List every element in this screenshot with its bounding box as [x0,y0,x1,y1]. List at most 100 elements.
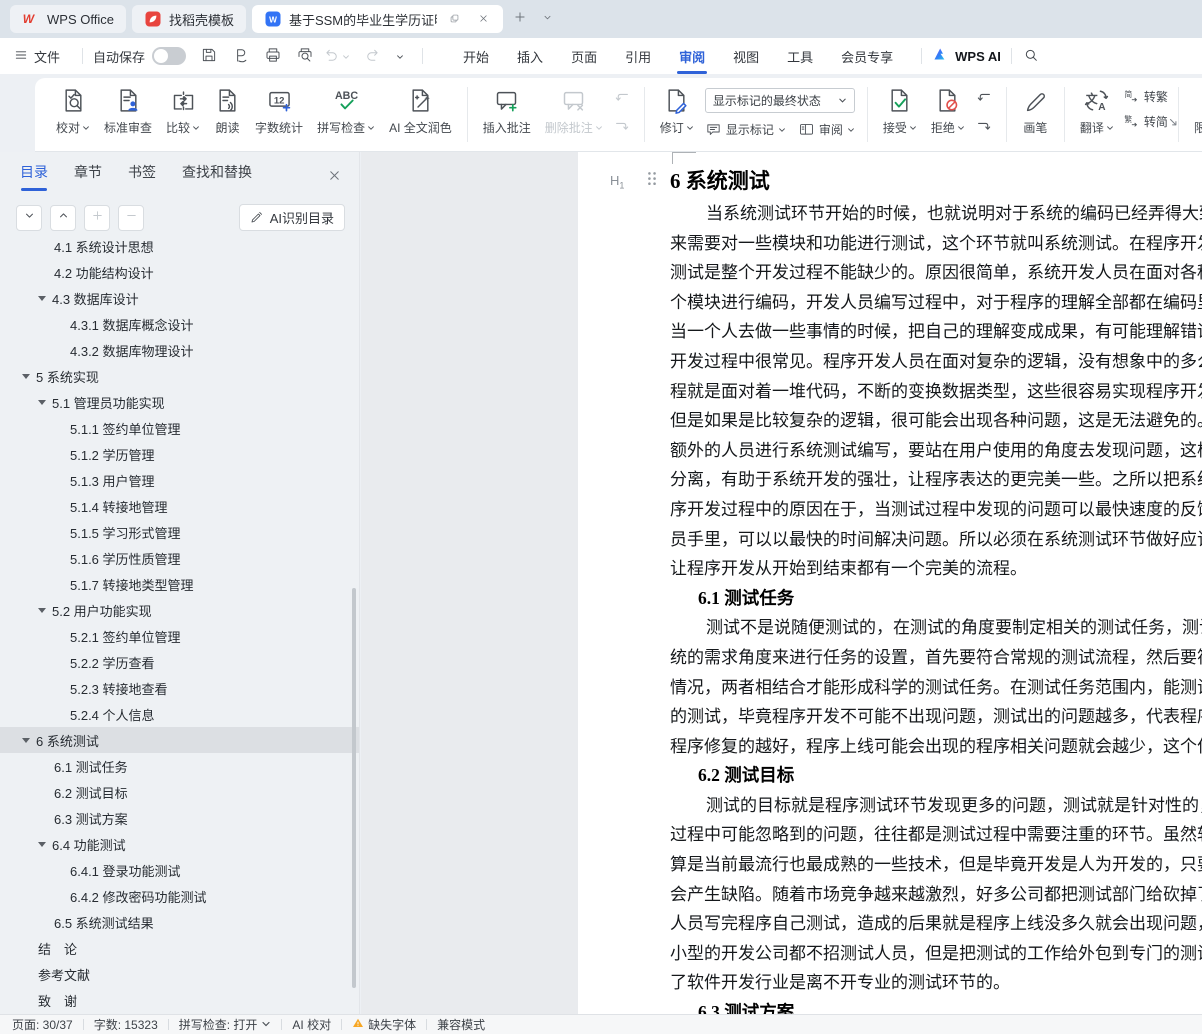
doc-line[interactable]: 测试不是说随便测试的，在测试的角度要制定相关的测试任务，测试 [670,613,1202,643]
menubar-item[interactable]: 开始 [449,38,503,75]
new-tab-button[interactable] [509,8,531,30]
collapse-arrow-icon[interactable] [38,842,46,847]
toolbar-more-button[interactable] [396,49,404,64]
toc-item[interactable]: 6.1 测试任务 [0,753,359,779]
ribbon-button[interactable]: 标准审查 [97,85,159,138]
translate-button[interactable]: 文A 翻译 [1073,85,1121,138]
menubar-item[interactable]: 视图 [719,38,773,75]
menubar-item[interactable]: 会员专享 [827,38,907,75]
toc-item[interactable]: 5.2.1 签约单位管理 [0,623,359,649]
toc-item[interactable]: 4.3.1 数据库概念设计 [0,311,359,337]
toc-item[interactable]: 5.1.5 学习形式管理 [0,519,359,545]
insert-comment-button[interactable]: 插入批注 [476,85,538,138]
sidebar-close-button[interactable] [327,168,345,186]
document-page[interactable]: H1 6 系统测试当系统测试环节开始的时候，也就说明对于系统的编码已经弄得大致来… [578,152,1202,1014]
review-pane-button[interactable]: 审阅 [798,121,855,138]
next-change-button[interactable] [974,118,994,138]
doc-line[interactable]: 测试是整个开发过程不能缺少的。原因很简单，系统开发人员在面对各种 [670,258,1202,288]
toc-item[interactable]: 5.1.4 转接地管理 [0,493,359,519]
toc-item[interactable]: 5.1.6 学历性质管理 [0,545,359,571]
doc-line[interactable]: 分离，有助于系统开发的强壮，让程序表达的更完美一些。之所以把系统 [670,465,1202,495]
toc-item[interactable]: 结 论 [0,935,359,961]
menubar-item[interactable]: 审阅 [665,38,719,75]
autosave-toggle[interactable] [152,47,186,65]
doc-line[interactable]: 的测试，毕竟程序开发不可能不出现问题，测试出的问题越多，代表程序 [670,702,1202,732]
doc-line[interactable]: 序开发过程中的原因在于，当测试过程中发现的问题可以最快速度的反馈 [670,495,1202,525]
menubar-item[interactable]: 引用 [611,38,665,75]
menubar-item[interactable]: 插入 [503,38,557,75]
previous-comment-button[interactable] [612,89,632,109]
toc-item[interactable]: 6.2 测试目标 [0,779,359,805]
doc-line[interactable]: 但是如果是比较复杂的逻辑，很可能会出现各种问题，这是无法避免的。 [670,406,1202,436]
reject-change-button[interactable]: 拒绝 [924,85,972,138]
doc-line[interactable]: 情况，两者相结合才能形成科学的测试任务。在测试任务范围内，能测试 [670,673,1202,703]
doc-line[interactable]: 算是当前最流行也最成熟的一些技术，但是毕竟开发是人为开发的，只要 [670,850,1202,880]
doc-line[interactable]: 员手里，可以以最快的时间解决问题。所以必须在系统测试环节做好应该 [670,525,1202,555]
toc-item[interactable]: 6 系统测试 [0,727,359,753]
doc-line[interactable]: 人员写完程序自己测试，造成的后果就是程序上线没多久就会出现问题， [670,909,1202,939]
sidebar-tab[interactable]: 目录 [20,162,48,191]
toc-item[interactable]: 6.4.1 登录功能测试 [0,857,359,883]
toc-item[interactable]: 6.5 系统测试结果 [0,909,359,935]
toc-item[interactable]: 5.1.2 学历管理 [0,441,359,467]
doc-line[interactable]: 小型的开发公司都不招测试人员，但是把测试的工作给外包到专门的测试 [670,939,1202,969]
toc-item[interactable]: 4.1 系统设计思想 [0,241,359,259]
doc-line[interactable]: 过程中可能忽略到的问题，往往都是测试过程中需要注重的环节。虽然软 [670,820,1202,850]
delete-comment-button[interactable]: 删除批注 [538,85,610,138]
print-preview-button[interactable] [296,47,314,65]
ribbon-button[interactable]: 12 字数统计 [248,85,310,138]
collapse-arrow-icon[interactable] [22,738,30,743]
accept-change-button[interactable]: 接受 [876,85,924,138]
toc-item[interactable]: 6.4 功能测试 [0,831,359,857]
previous-change-button[interactable] [974,89,994,109]
ribbon-button[interactable]: AI 全文润色 [382,85,459,138]
status-item[interactable]: 兼容模式 [427,1016,495,1033]
toc-item[interactable]: 5.2.2 学历查看 [0,649,359,675]
markup-state-dropdown[interactable]: 显示标记的最终状态 [705,88,855,113]
doc-line[interactable]: 当系统测试环节开始的时候，也就说明对于系统的编码已经弄得大致 [670,199,1202,229]
doc-line[interactable]: 额外的人员进行系统测试编写，要站在用户使用的角度去发现问题，这样 [670,436,1202,466]
toc-item[interactable]: 5.1.7 转接地类型管理 [0,571,359,597]
doc-line[interactable]: 6 系统测试 [670,164,1202,199]
toc-item[interactable]: 5.2.4 个人信息 [0,701,359,727]
toc-item[interactable]: 致 谢 [0,987,359,1013]
status-item[interactable]: 缺失字体 [342,1016,426,1033]
track-changes-button[interactable]: 修订 [653,85,701,138]
doc-line[interactable]: 测试的目标就是程序测试环节发现更多的问题，测试就是针对性的， [670,791,1202,821]
toc-item[interactable]: 5.1.3 用户管理 [0,467,359,493]
promote-button[interactable] [84,205,110,231]
tab-list-button[interactable] [537,8,559,30]
group-expand-icon[interactable] [1168,114,1178,124]
window-tab[interactable]: W 基于SSM的毕业生学历证明系 [252,5,503,33]
doc-line[interactable]: 当一个人去做一些事情的时候，把自己的理解变成成果，有可能理解错误 [670,317,1202,347]
next-comment-button[interactable] [612,118,632,138]
status-item[interactable]: AI 校对 [282,1016,341,1033]
sidebar-tab[interactable]: 书签 [128,162,156,191]
tab-window-button[interactable] [444,8,466,30]
restrict-editing-button[interactable]: 限制编辑 [1187,85,1202,138]
window-tab[interactable]: W WPS Office [10,5,126,33]
toc-item[interactable]: 5.2.3 转接地查看 [0,675,359,701]
doc-line[interactable]: 了软件开发行业是离不开专业的测试环节的。 [670,968,1202,998]
ribbon-button[interactable]: ABC 拼写检查 [310,85,382,138]
menubar-item[interactable]: 页面 [557,38,611,75]
ribbon-button[interactable]: 校对 [49,85,97,138]
traditional-to-simplified-button[interactable]: 繁 转简 [1123,113,1168,130]
status-item[interactable]: 页面: 30/37 [12,1016,83,1033]
toc-item[interactable]: 参考文献 [0,961,359,987]
undo-caret[interactable] [342,49,350,64]
sidebar-tab[interactable]: 章节 [74,162,102,191]
doc-line[interactable]: 程序修复的越好，程序上线可能会出现的程序相关问题就会越少，这个作 [670,732,1202,762]
export-pdf-button[interactable] [232,47,250,65]
doc-line[interactable]: 开发过程中很常见。程序开发人员在面对复杂的逻辑，没有想象中的多么 [670,347,1202,377]
tab-close-button[interactable] [473,8,495,30]
status-item[interactable]: 拼写检查: 打开 [169,1016,282,1033]
collapse-arrow-icon[interactable] [38,296,46,301]
save-button[interactable] [200,47,218,65]
window-tab[interactable]: 找稻壳模板 [132,5,246,33]
doc-line[interactable]: 来需要对一些模块和功能进行测试，这个环节就叫系统测试。在程序开发 [670,229,1202,259]
collapse-arrow-icon[interactable] [22,374,30,379]
ribbon-button[interactable]: 比较 [159,85,207,138]
ink-pen-button[interactable]: 画笔 [1015,85,1056,138]
sidebar-scrollbar[interactable] [352,588,356,988]
